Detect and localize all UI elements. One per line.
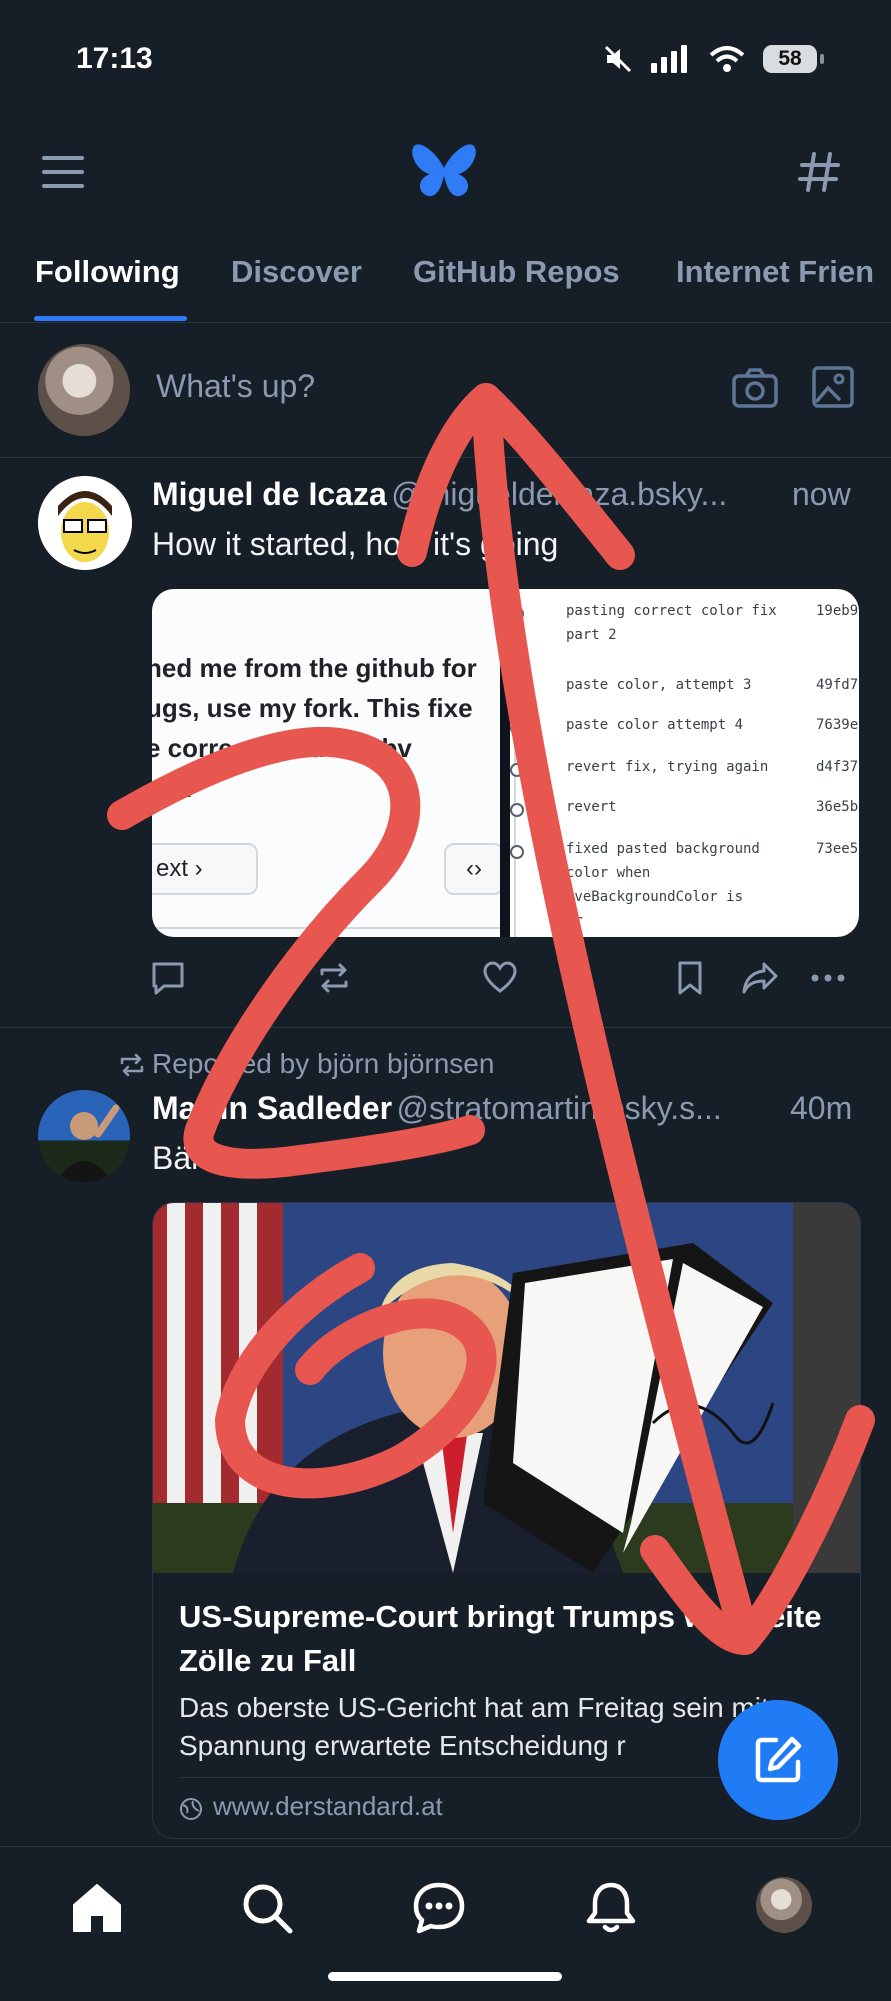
tab-following[interactable]: Following — [35, 254, 180, 290]
post-author-handle[interactable]: @stratomartin.bsky.s... — [397, 1090, 722, 1126]
post-text: How it started, how it's going — [152, 526, 559, 562]
link-card-domain: www.derstandard.at — [213, 1791, 443, 1821]
commit-hash: 19eb9 — [816, 603, 859, 619]
post-header: Miguel de Icaza @migueldeicaza.bsky... — [152, 476, 862, 513]
commit-dot — [510, 803, 524, 817]
my-avatar[interactable] — [38, 344, 130, 436]
screenshot-divider — [152, 927, 500, 929]
mute-icon — [604, 45, 632, 73]
commit-hash: 49fd7 — [816, 677, 859, 693]
commit-message: part 2 — [566, 627, 617, 643]
person-avatar-icon — [56, 1104, 120, 1182]
commit-message: pasting correct color fix — [566, 603, 777, 619]
reply-icon[interactable] — [150, 960, 186, 996]
commit-message: color when — [566, 865, 651, 881]
screenshot-line: hed me from the github for — [152, 653, 477, 683]
compose-post-button[interactable] — [718, 1700, 838, 1820]
post-author-avatar[interactable] — [38, 476, 132, 570]
composer-input[interactable]: What's up? — [156, 368, 315, 405]
press-photo-icon — [153, 1203, 860, 1573]
post-author-handle[interactable]: @migueldeicaza.bsky... — [391, 476, 727, 512]
commit-dot — [510, 763, 524, 777]
commit-hash: 73ee5 — [816, 841, 859, 857]
commit-dot — [510, 607, 524, 621]
screenshot-line: e correct another obv — [152, 733, 412, 763]
cartoon-avatar-icon — [38, 476, 132, 570]
commit-message: fixed pasted background — [566, 841, 760, 857]
commit-hash: d4f37 — [816, 759, 859, 775]
commit-hash: 36e5b — [816, 799, 859, 815]
status-icons: 58 — [603, 44, 824, 74]
post-timestamp[interactable]: 40m — [790, 1090, 852, 1127]
repost-indicator-icon — [120, 1053, 144, 1077]
commit-message: revert fix, trying again — [566, 759, 769, 775]
post-timestamp[interactable]: now — [792, 476, 851, 513]
screenshot-line: ars. — [152, 773, 193, 803]
tab-internet-friends[interactable]: Internet Frien — [676, 254, 874, 290]
wifi-icon — [709, 46, 745, 72]
active-tab-indicator — [34, 316, 187, 321]
post-divider — [0, 1027, 891, 1028]
commit-message: ar — [566, 913, 583, 929]
post-text: Bäm — [152, 1140, 218, 1176]
tab-discover[interactable]: Discover — [231, 254, 362, 290]
code-icon: ‹› — [444, 843, 500, 895]
repost-icon[interactable] — [316, 960, 352, 996]
home-icon[interactable] — [70, 1881, 124, 1935]
commit-log-screenshot[interactable]: pasting correct color fix part 2 19eb9 p… — [510, 589, 859, 937]
compose-pencil-icon — [755, 1736, 802, 1783]
commit-dot — [510, 681, 524, 695]
post-actions — [150, 960, 850, 1004]
search-icon[interactable] — [240, 1881, 294, 1935]
hamburger-menu-icon[interactable] — [40, 152, 86, 192]
post-image-grid[interactable]: hed me from the github for ugs, use my f… — [152, 589, 859, 937]
screenshot-next-button: ext › — [152, 843, 258, 895]
tab-github-repos[interactable]: GitHub Repos — [413, 254, 620, 290]
butterfly-logo-icon[interactable] — [410, 142, 478, 202]
repost-label[interactable]: Reposted by björn björnsen — [152, 1048, 494, 1080]
globe-icon — [180, 1798, 202, 1820]
home-indicator — [328, 1972, 562, 1981]
post-author-name[interactable]: Martin Sadleder — [152, 1090, 392, 1126]
post-header: Martin Sadleder @stratomartin.bsky.s... — [152, 1090, 782, 1127]
bookmark-icon[interactable] — [672, 960, 708, 996]
hashtag-feeds-icon[interactable] — [798, 150, 842, 194]
link-card-title: US-Supreme-Court bringt Trumps weltweite… — [179, 1599, 822, 1678]
status-time: 17:13 — [76, 42, 153, 75]
bell-icon[interactable] — [584, 1879, 638, 1935]
commit-message: iveBackgroundColor is — [566, 889, 744, 905]
screenshot-line: ugs, use my fork. This fixe — [152, 693, 473, 723]
feed-tabs: Following Discover GitHub Repos Internet… — [0, 240, 891, 323]
commit-message: paste color, attempt 3 — [566, 677, 752, 693]
profile-avatar[interactable] — [756, 1877, 812, 1933]
post-author-avatar[interactable] — [38, 1090, 130, 1182]
commit-dot — [510, 845, 524, 859]
like-heart-icon[interactable] — [482, 960, 518, 996]
link-preview-image — [153, 1203, 860, 1573]
post-author-name[interactable]: Miguel de Icaza — [152, 476, 387, 512]
more-options-icon[interactable] — [810, 960, 846, 996]
share-icon[interactable] — [740, 960, 780, 996]
camera-icon[interactable] — [732, 368, 778, 408]
commit-hash: 7639e — [816, 717, 859, 733]
commit-dot — [510, 721, 524, 735]
commit-message: revert — [566, 799, 617, 815]
signal-icon — [651, 45, 687, 73]
image-icon[interactable] — [812, 366, 854, 408]
commit-message: paste color attempt 4 — [566, 717, 744, 733]
github-comment-screenshot[interactable]: hed me from the github for ugs, use my f… — [152, 589, 500, 937]
battery-indicator: 58 — [763, 45, 824, 73]
chat-icon[interactable] — [412, 1881, 466, 1935]
